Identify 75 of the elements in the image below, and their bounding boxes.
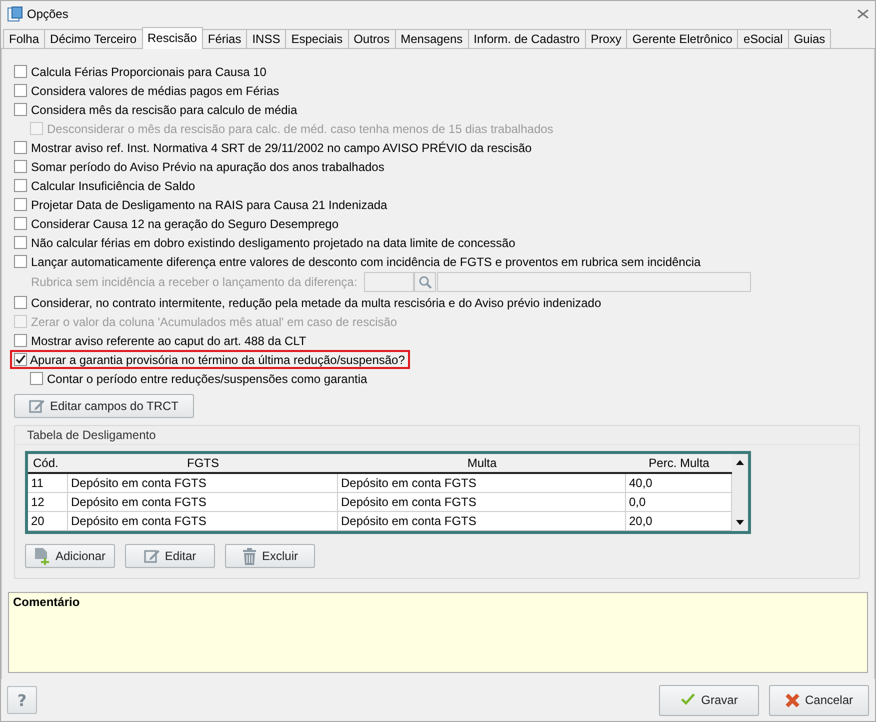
edit-icon — [29, 398, 45, 414]
checkbox[interactable] — [14, 296, 27, 309]
checkbox-label: Considerar Causa 12 na geração do Seguro Desemprego — [30, 216, 340, 232]
save-button[interactable]: Gravar — [659, 684, 759, 716]
code-field[interactable] — [364, 272, 414, 292]
table-cell: 12 — [28, 493, 68, 512]
down-arrow-icon[interactable] — [735, 517, 745, 527]
search-button[interactable] — [414, 272, 436, 292]
trash-icon — [242, 548, 257, 564]
checkbox-label: Mostrar aviso referente ao caput do art. 488 da CLT — [30, 332, 308, 348]
edit-fields-button[interactable]: Editar campos do TRCT — [14, 394, 194, 418]
checkbox-label: Não calcular férias em dobro existindo desligamento projetado na data limite de concessão — [30, 234, 516, 250]
column-header[interactable]: Perc. Multa — [626, 454, 732, 474]
column-header[interactable]: Cód. — [28, 454, 68, 474]
comment-field[interactable]: Comentário — [8, 592, 868, 673]
table-cell: Depósito em conta FGTS — [338, 512, 626, 531]
checkbox-label: Considera mês da rescisão para calculo de média — [30, 102, 298, 118]
table-cell: 20 — [28, 512, 68, 531]
table-cell: Depósito em conta FGTS — [68, 474, 338, 493]
field-label: Rubrica sem incidência a receber o lançamento da diferença: — [30, 274, 358, 290]
table-cell: Depósito em conta FGTS — [68, 493, 338, 512]
cancel-button[interactable]: Cancelar — [769, 684, 869, 716]
checkbox[interactable] — [14, 65, 27, 78]
checkbox-label: Lançar automaticamente diferença entre valores de desconto com incidência de FGTS e proventos em rubrica sem incidência — [30, 254, 702, 270]
checkbox[interactable] — [14, 141, 27, 154]
checkbox-label: Apurar a garantia provisória no término da última redução/suspensão? — [29, 352, 406, 368]
scrollbar[interactable] — [732, 454, 748, 531]
comment-label: Comentário — [13, 595, 80, 609]
search-icon — [418, 275, 432, 289]
checkbox[interactable] — [14, 353, 27, 366]
table-cell: Depósito em conta FGTS — [338, 493, 626, 512]
description-field[interactable] — [437, 272, 752, 292]
checkbox[interactable] — [14, 179, 27, 192]
checkbox-label: Projetar Data de Desligamento na RAIS para Causa 21 Indenizada — [30, 196, 388, 212]
up-arrow-icon[interactable] — [735, 458, 745, 468]
close-icon — [784, 692, 800, 708]
tab[interactable]: Folha — [3, 29, 46, 48]
checkbox-label: Calcula Férias Proporcionais para Causa 10 — [30, 64, 268, 80]
checkmark-icon — [680, 693, 696, 707]
checkbox[interactable] — [14, 236, 27, 249]
column-header[interactable]: Multa — [338, 454, 626, 474]
tab[interactable]: Mensagens — [394, 29, 469, 48]
checkbox[interactable] — [14, 255, 27, 268]
edit-icon — [144, 548, 160, 564]
checkbox-label: Mostrar aviso ref. Inst. Normativa 4 SRT de 29/11/2002 no campo AVISO PRÉVIO da rescisão — [30, 140, 533, 156]
tab[interactable]: Especiais — [285, 29, 349, 48]
checkbox[interactable] — [14, 198, 27, 211]
table-action-button[interactable]: Editar — [125, 544, 215, 568]
checkbox-label: Considerar, no contrato intermitente, redução pela metade da multa rescisória e do Aviso prévio indenizado — [30, 294, 602, 310]
table-cell: Depósito em conta FGTS — [68, 512, 338, 531]
checkbox-label: Contar o período entre reduções/suspensões como garantia — [46, 370, 368, 386]
checkbox[interactable] — [30, 372, 43, 385]
checkbox[interactable] — [14, 84, 27, 97]
table-action-button[interactable]: Excluir — [225, 544, 315, 568]
tab[interactable]: Proxy — [584, 29, 628, 48]
checkbox-label: Somar período do Aviso Prévio na apuração dos anos trabalhados — [30, 158, 386, 174]
checkbox-label: Considera valores de médias pagos em Férias — [30, 82, 280, 98]
checkbox[interactable] — [14, 103, 27, 116]
checkbox-label: Desconsiderar o mês da rescisão para calc. de méd. caso tenha menos de 15 dias trabalhados — [46, 120, 554, 136]
tab[interactable]: Guias — [788, 29, 832, 48]
table-cell: 11 — [28, 474, 68, 493]
app-icon — [7, 6, 23, 22]
column-header[interactable]: FGTS — [68, 454, 338, 474]
table-cell: Depósito em conta FGTS — [338, 474, 626, 493]
add-file-icon — [34, 547, 50, 565]
group-title: Tabela de Desligamento — [27, 428, 156, 442]
checkbox[interactable] — [14, 334, 27, 347]
checkbox[interactable] — [14, 217, 27, 230]
table-action-button[interactable]: Adicionar — [25, 544, 115, 568]
close-icon[interactable] — [857, 9, 869, 19]
window-title: Opções — [27, 7, 70, 21]
checkbox[interactable] — [14, 160, 27, 173]
checkbox-label: Calcular Insuficiência de Saldo — [30, 178, 196, 194]
tab[interactable]: Rescisão — [142, 27, 203, 49]
checkbox-label: Zerar o valor da coluna 'Acumulados mês atual' em caso de rescisão — [30, 314, 398, 330]
